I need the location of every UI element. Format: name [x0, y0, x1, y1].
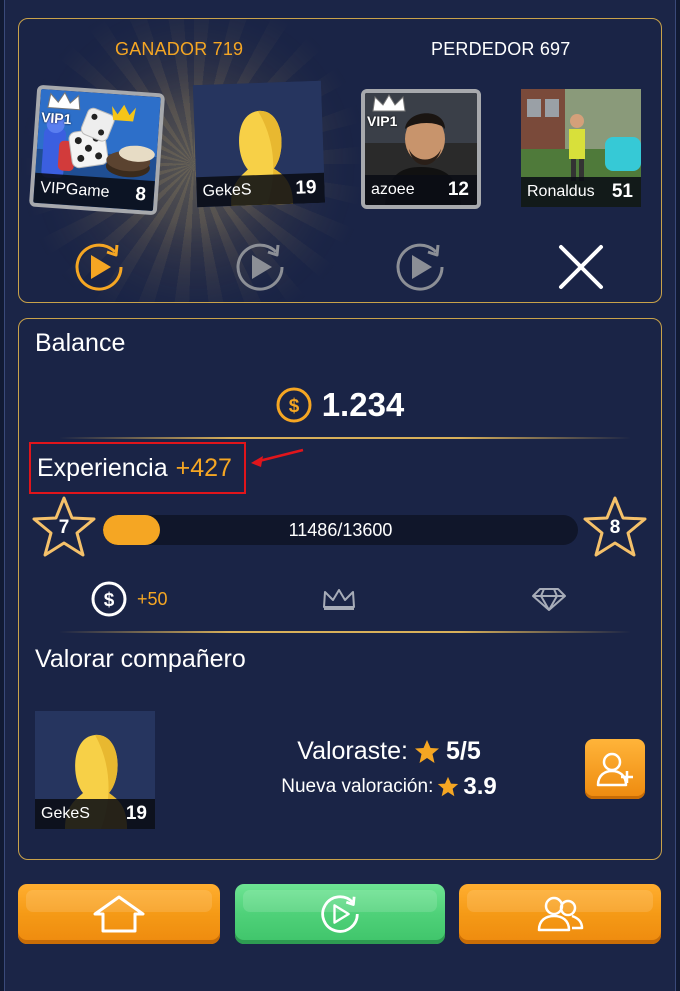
vip-badge: VIP1	[40, 89, 87, 132]
friends-icon	[537, 896, 584, 932]
balance-value: 1.234	[321, 386, 405, 423]
rated-label: Valoraste:	[297, 737, 408, 765]
reward-diamond	[531, 581, 567, 617]
replay-play-icon	[236, 243, 284, 291]
crown-icon	[372, 94, 406, 112]
new-rating-line: Nueva valoración: 3.9	[219, 773, 559, 801]
crown-icon	[47, 91, 81, 111]
next-level-text: 8	[609, 517, 621, 538]
winner-label: GANADOR 719	[115, 39, 244, 59]
new-rating-label: Nueva valoración:	[281, 776, 434, 797]
svg-text:$: $	[288, 396, 299, 417]
add-friend-icon	[596, 752, 633, 787]
add-friend-button[interactable]	[585, 739, 645, 799]
experience-gain: +427	[175, 453, 232, 482]
player-name: VIPGame	[39, 179, 111, 201]
reward-coins-amount: +50	[137, 588, 168, 609]
star-icon	[414, 739, 439, 763]
balance-title: Balance	[35, 329, 126, 357]
player-name: azoee	[371, 181, 415, 198]
home-button[interactable]	[18, 884, 220, 944]
player-level: 19	[295, 177, 317, 199]
home-icon	[93, 895, 145, 933]
diamond-icon	[532, 588, 566, 611]
play-again-button[interactable]	[235, 884, 445, 944]
new-rating-value: 3.9	[463, 773, 497, 800]
star-icon	[438, 776, 459, 797]
teammate-level: 19	[125, 803, 147, 824]
balance-row: $ 1.234	[19, 383, 661, 427]
match-result-panel: GANADOR 719 PERDEDOR 697 VIP1 VIPGame 8 …	[18, 18, 662, 303]
teammate-nameplate: GekeS 19	[35, 799, 155, 829]
rated-line: Valoraste: 5/5	[239, 737, 539, 766]
replay-play-icon	[396, 243, 444, 291]
experience-label: Experiencia	[37, 453, 168, 482]
player-level: 51	[611, 181, 633, 202]
current-level-text: 7	[58, 517, 70, 538]
svg-text:$: $	[104, 590, 115, 611]
replay-button-player-1[interactable]	[71, 239, 127, 295]
teammate-avatar[interactable]: GekeS 19	[35, 711, 155, 829]
reward-crown	[321, 581, 357, 617]
crown-icon	[323, 589, 355, 610]
player-level: 12	[447, 179, 469, 200]
player-card-azoee[interactable]: VIP1 azoee 12	[361, 89, 481, 209]
player-card-ronaldus[interactable]: Ronaldus 51	[521, 89, 641, 207]
player-card-gekes[interactable]: GekeS 19	[192, 80, 326, 208]
results-panel: Balance $ 1.234 Experiencia +427 7 11486…	[18, 318, 662, 860]
player-nameplate: GekeS 19	[196, 172, 326, 208]
player-avatar: Ronaldus 51	[521, 89, 641, 207]
player-name: Ronaldus	[527, 183, 595, 200]
next-level-star: 8	[582, 495, 648, 559]
player-level: 8	[134, 183, 147, 206]
player-card-vipgame[interactable]: VIP1 VIPGame 8	[28, 84, 166, 216]
player-name: GekeS	[202, 181, 252, 200]
divider	[59, 631, 631, 633]
teammate-name: GekeS	[41, 805, 90, 822]
player-avatar: GekeS 19	[192, 80, 326, 208]
replay-button-player-2[interactable]	[232, 239, 288, 295]
player-nameplate: Ronaldus 51	[521, 177, 641, 207]
player-avatar: VIP1 VIPGame 8	[28, 84, 166, 216]
player-avatar: VIP1 azoee 12	[361, 89, 481, 209]
experience-progress-bar: 11486/13600	[103, 515, 578, 545]
current-level-star: 7	[31, 495, 97, 559]
vip-badge: VIP1	[367, 93, 411, 133]
loser-label: PERDEDOR 697	[431, 39, 571, 59]
rated-value: 5/5	[445, 737, 481, 765]
vip-level-text: VIP1	[40, 109, 73, 128]
divider	[59, 437, 631, 439]
close-button[interactable]	[553, 239, 609, 295]
replay-button-player-3[interactable]	[392, 239, 448, 295]
coin-icon: $	[276, 387, 312, 423]
close-icon	[559, 245, 603, 289]
replay-play-icon	[321, 895, 359, 933]
experience-highlight-box: Experiencia +427	[29, 442, 246, 494]
rate-teammate-title: Valorar compañero	[35, 645, 246, 673]
coin-icon: $	[91, 581, 127, 617]
friends-button[interactable]	[459, 884, 661, 944]
reward-coins: $ +50	[91, 581, 168, 617]
annotation-arrow-icon	[251, 448, 304, 467]
player-nameplate: azoee 12	[365, 175, 477, 205]
replay-play-icon	[75, 243, 123, 291]
experience-progress-text: 11486/13600	[288, 520, 393, 540]
vip-level-text: VIP1	[367, 113, 398, 129]
